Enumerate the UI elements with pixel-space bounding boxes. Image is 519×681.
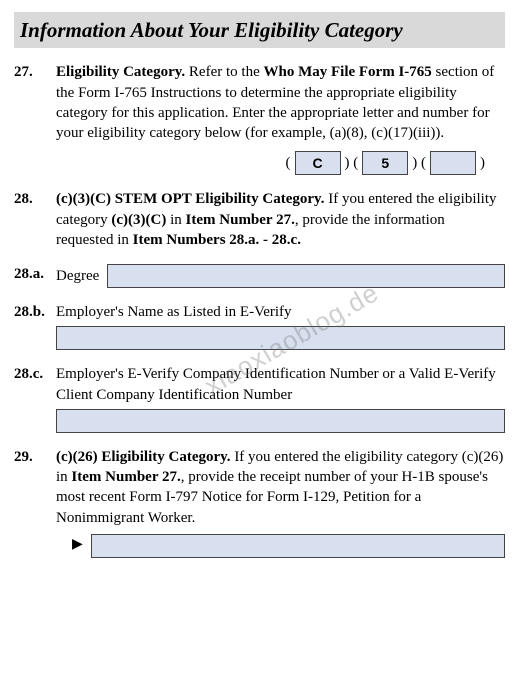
item-number-28c: 28.c. [14,364,56,433]
label-28c: Employer's E-Verify Company Identificati… [56,364,505,405]
item-number-29: 29. [14,447,56,558]
eligibility-category-field-1[interactable]: C [295,151,341,175]
paren: ( [286,153,291,173]
item-29-text: (c)(26) Eligibility Category. If you ent… [56,449,503,526]
item-number-28b: 28.b. [14,302,56,350]
paren: ) ( [345,153,359,173]
employer-name-field[interactable] [56,326,505,350]
item-28c: 28.c. Employer's E-Verify Company Identi… [14,364,505,433]
item-28: 28. (c)(3)(C) STEM OPT Eligibility Categ… [14,189,505,250]
eligibility-category-fields: ( C ) ( 5 ) ( ) [56,151,505,175]
label-28a: Degree [56,266,99,286]
everify-number-field[interactable] [56,409,505,433]
arrow-icon: ▶ [72,536,83,555]
paren: ) [480,153,485,173]
item-number-28a: 28.a. [14,264,56,288]
item-28a: 28.a. Degree [14,264,505,288]
paren: ) ( [412,153,426,173]
item-27: 27. Eligibility Category. Refer to the W… [14,62,505,175]
item-number-27: 27. [14,62,56,175]
item-28b: 28.b. Employer's Name as Listed in E-Ver… [14,302,505,350]
label-28b: Employer's Name as Listed in E-Verify [56,302,505,322]
item-27-text: Eligibility Category. Refer to the Who M… [56,64,494,141]
eligibility-category-field-2[interactable]: 5 [362,151,408,175]
section-header: Information About Your Eligibility Categ… [14,12,505,48]
degree-field[interactable] [107,264,505,288]
item-28-text: (c)(3)(C) STEM OPT Eligibility Category.… [56,191,496,248]
eligibility-category-field-3[interactable] [430,151,476,175]
receipt-number-field[interactable] [91,534,505,558]
item-number-28: 28. [14,189,56,250]
item-29: 29. (c)(26) Eligibility Category. If you… [14,447,505,558]
